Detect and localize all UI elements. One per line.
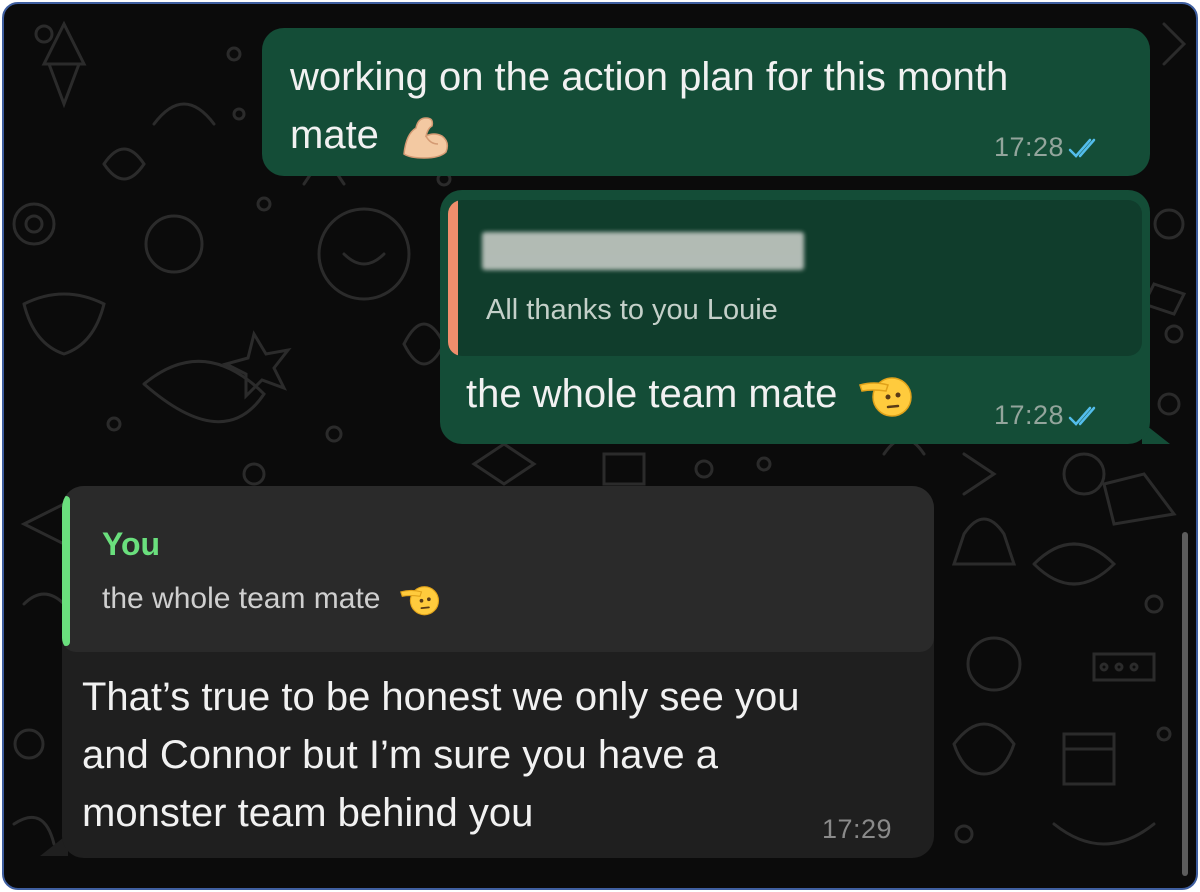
quoted-message[interactable]: You the whole team mate: [62, 486, 934, 652]
message-timestamp: 17:28: [994, 132, 1102, 163]
message-timestamp: 17:28: [994, 400, 1102, 431]
quote-bar: [448, 200, 458, 356]
quoted-message[interactable]: All thanks to you Louie: [448, 200, 1142, 356]
quoted-text: the whole team mate: [102, 582, 441, 617]
incoming-message[interactable]: You the whole team mate That’s true to b…: [62, 486, 934, 858]
quoted-text: All thanks to you Louie: [486, 294, 778, 326]
read-receipt-icon: [1068, 138, 1096, 158]
quoted-author-redacted: [482, 232, 804, 270]
chat-window: working on the action plan for this mont…: [2, 2, 1198, 890]
message-timestamp: 17:29: [822, 814, 893, 844]
message-text: That’s true to be honest we only see you…: [82, 675, 800, 835]
read-receipt-icon: [1068, 406, 1096, 426]
quote-bar: [62, 496, 70, 646]
message-text: the whole team mate: [466, 372, 914, 419]
saluting-face-icon: [399, 586, 439, 616]
scrollbar[interactable]: [1182, 532, 1188, 876]
saluting-face-icon: [859, 377, 913, 418]
quoted-author: You: [102, 526, 161, 562]
flexed-biceps-icon: [403, 117, 449, 160]
